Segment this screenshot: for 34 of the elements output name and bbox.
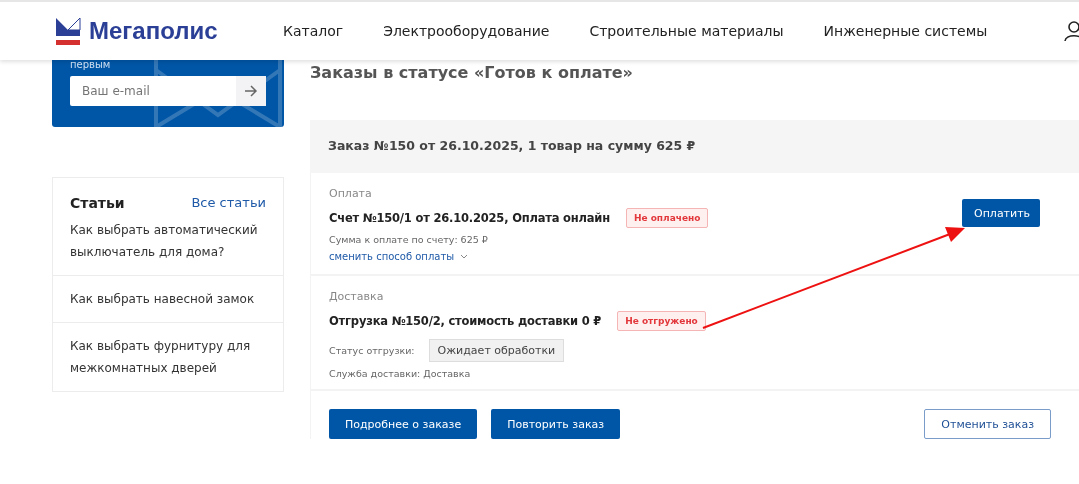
repeat-order-button[interactable]: Повторить заказ xyxy=(491,409,621,439)
shipment-status-tag: Ожидает обработки xyxy=(428,339,565,362)
nav-link[interactable]: Инженерные системы xyxy=(823,23,988,39)
change-payment-link[interactable]: сменить способ оплаты xyxy=(329,251,469,262)
user-icon[interactable] xyxy=(1063,20,1079,42)
invoice-title: Счет №150/1 от 26.10.2025, Оплата онлайн xyxy=(329,211,610,225)
shipment-status-label: Статус отгрузки: xyxy=(329,345,415,356)
shipment-title: Отгрузка №150/2, стоимость доставки 0 ₽ xyxy=(329,314,602,328)
cancel-order-button[interactable]: Отменить заказ xyxy=(924,409,1051,439)
article-link[interactable]: Как выбрать автоматический выключатель для дома? xyxy=(53,211,283,275)
logo-text[interactable]: Мегаполис xyxy=(89,17,218,45)
section-label: Оплата xyxy=(329,187,373,200)
article-link[interactable]: Как выбрать навесной замок xyxy=(53,276,283,322)
section-label: Доставка xyxy=(329,290,385,303)
page-title: Заказы в статусе «Готов к оплате» xyxy=(310,63,634,84)
articles-title: Статьи xyxy=(70,195,125,211)
nav-link[interactable]: Каталог xyxy=(283,23,344,39)
chevron-down-icon xyxy=(460,254,469,259)
status-badge: Не отгружено xyxy=(617,311,706,331)
status-badge: Не оплачено xyxy=(625,208,709,228)
article-link[interactable]: Как выбрать фурнитуру для межкомнатных дверей xyxy=(53,323,283,391)
email-field[interactable]: Ваш e-mail xyxy=(70,76,236,106)
delivery-service-text: Служба доставки: Доставка xyxy=(329,368,472,379)
order-details-button[interactable]: Подробнее о заказе xyxy=(329,409,478,439)
amount-text: Сумма к оплате по счету: 625 ₽ xyxy=(329,234,489,245)
pay-button[interactable]: Оплатить xyxy=(962,199,1040,227)
submit-button[interactable] xyxy=(236,76,266,106)
nav-link[interactable]: Электрооборудование xyxy=(383,23,550,39)
logo-icon[interactable] xyxy=(55,16,81,46)
subscribe-text: первым xyxy=(70,60,112,70)
nav-link[interactable]: Строительные материалы xyxy=(589,23,784,39)
arrow-right-icon xyxy=(244,85,258,97)
all-articles-link[interactable]: Все статьи xyxy=(191,195,266,211)
order-header: Заказ №150 от 26.10.2025, 1 товар на сумму 625 ₽ xyxy=(310,120,1079,173)
